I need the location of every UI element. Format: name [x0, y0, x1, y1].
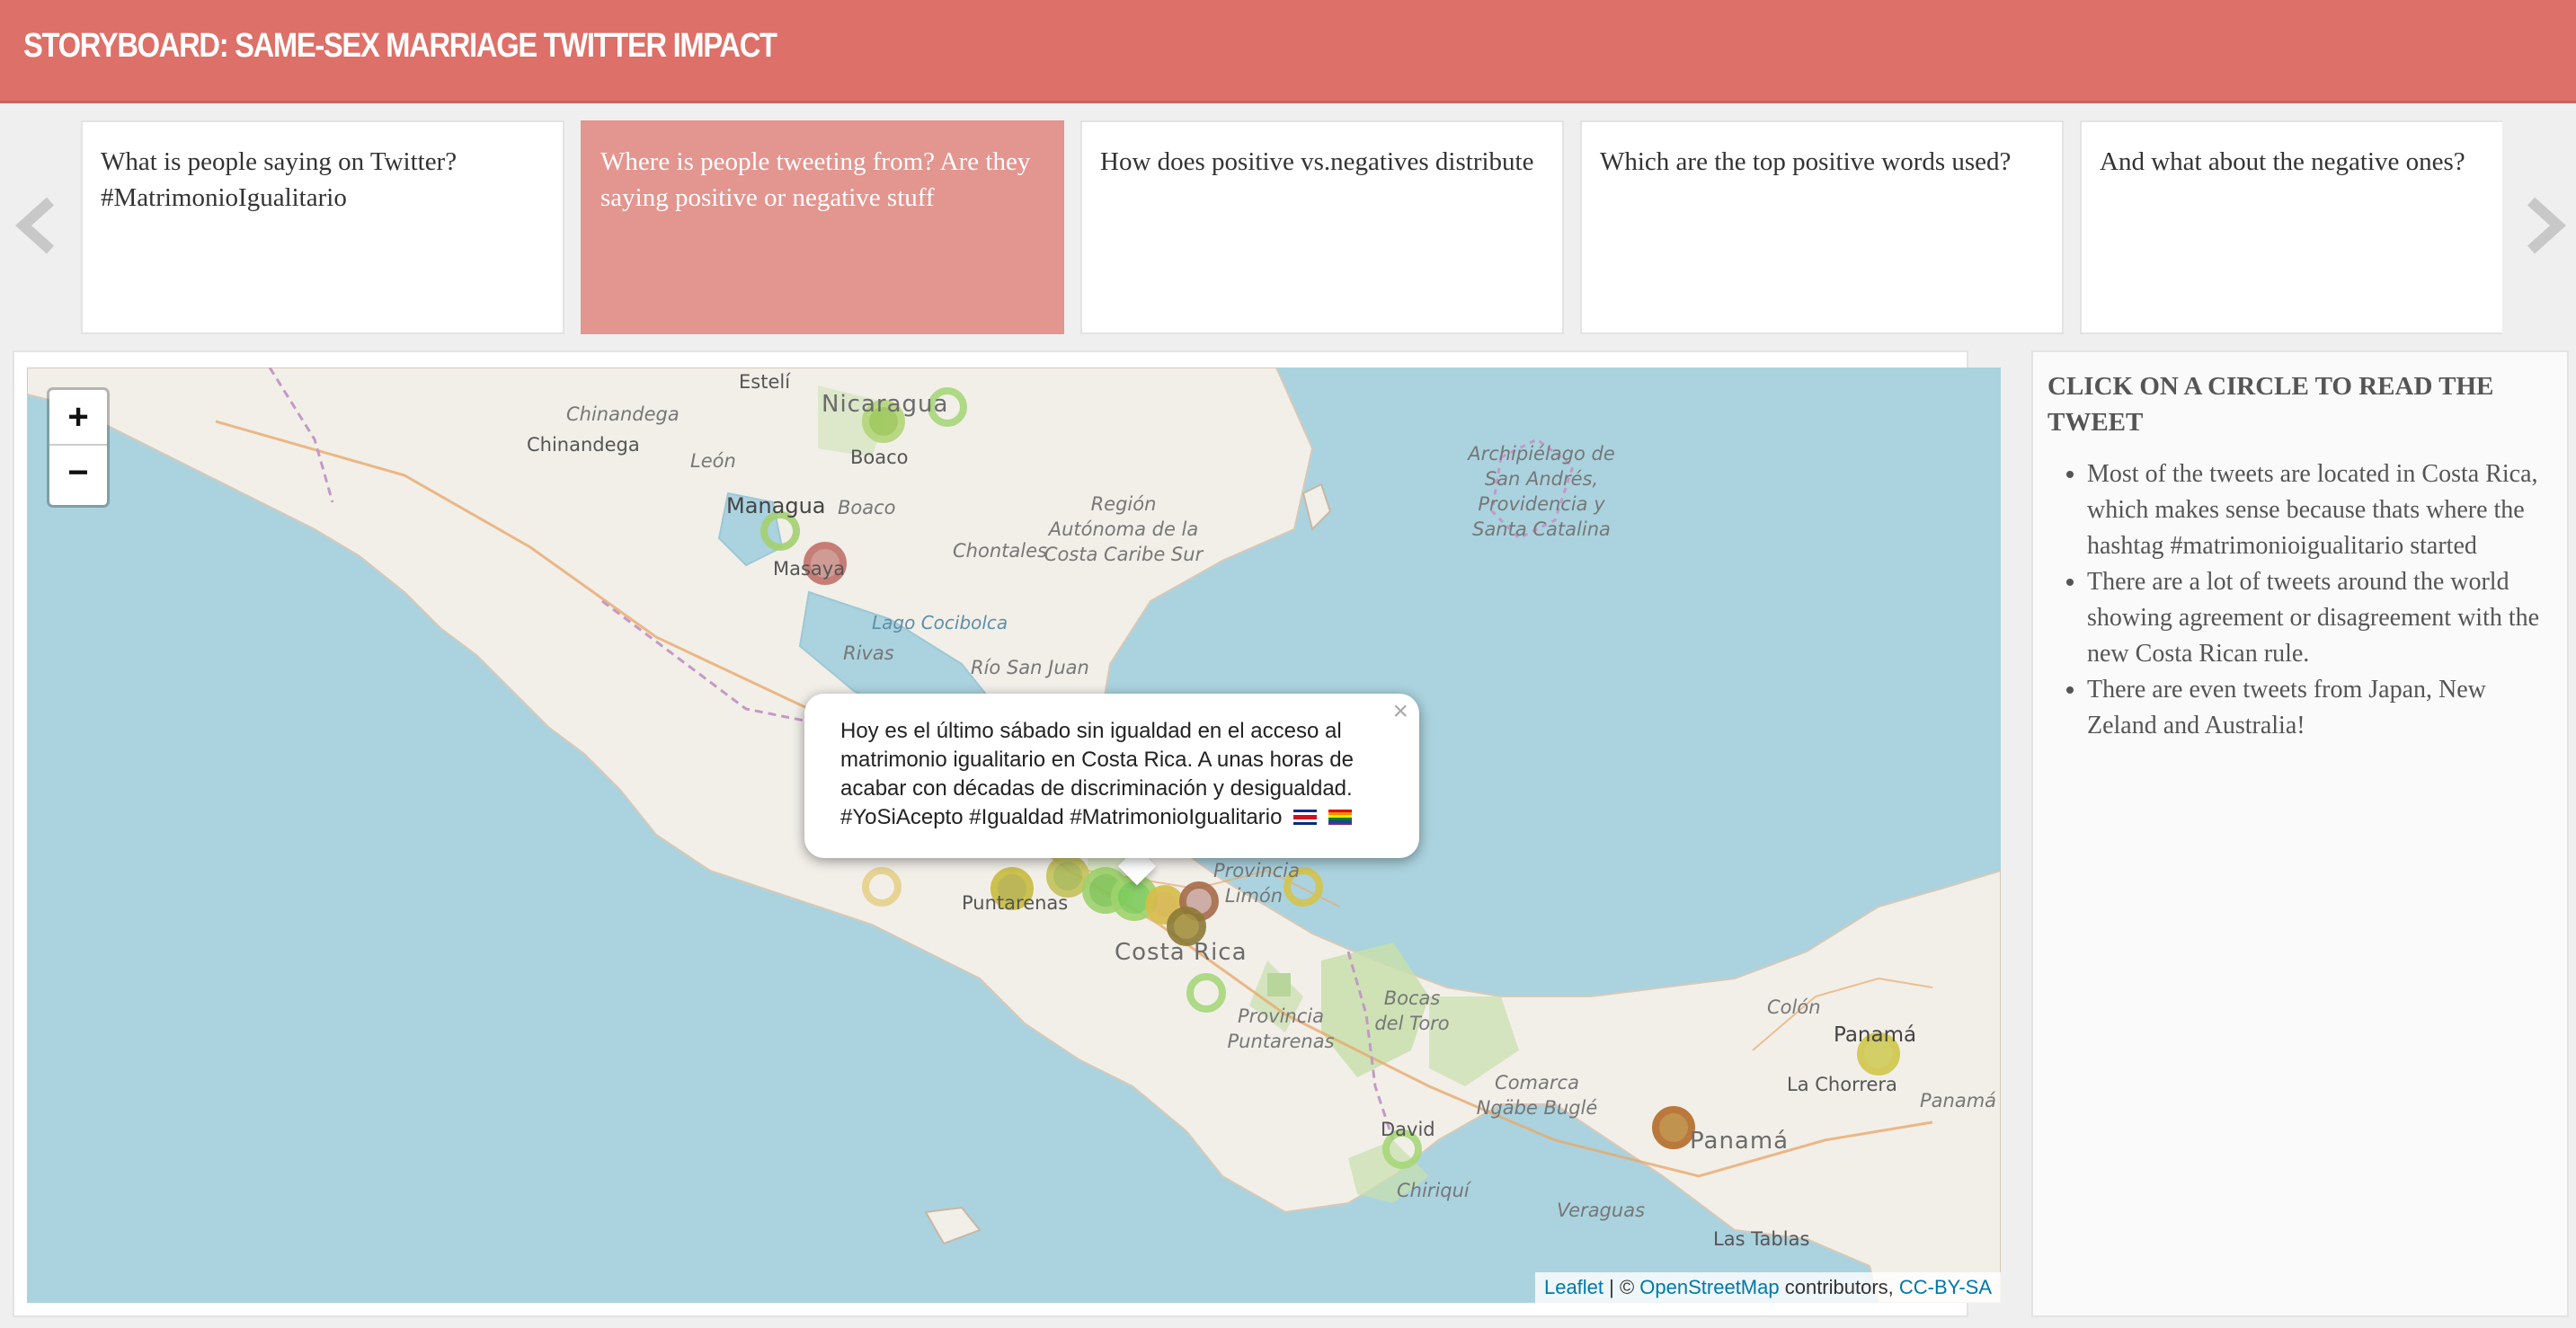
zoom-in-button[interactable]: + [49, 390, 107, 446]
map-label-panama-city: Panamá [1834, 1023, 1917, 1047]
osm-link[interactable]: OpenStreetMap [1639, 1276, 1779, 1298]
map-label-las-tablas: Las Tablas [1713, 1228, 1810, 1250]
story-card-3[interactable]: How does positive vs.negatives distribut… [1080, 120, 1564, 334]
tweet-marker [1046, 854, 1089, 898]
map-label-archipielago: Archipiélago de San Andrés, Providencia … [1468, 443, 1615, 540]
map-label-rio-san-juan: Río San Juan [971, 657, 1089, 678]
map-label-rivas: Rivas [843, 642, 894, 664]
map-label-boaco-dept: Boaco [838, 497, 896, 518]
map-label-chiriqui: Chiriquí [1397, 1180, 1470, 1201]
carousel-next-button[interactable] [2522, 196, 2571, 260]
tweet-marker [1652, 1106, 1695, 1149]
info-title: CLICK ON A CIRCLE TO READ THE TWEET [2047, 372, 2494, 437]
attribution-sep: | © [1603, 1276, 1640, 1298]
info-bullet: Most of the tweets are located in Costa … [2087, 456, 2553, 564]
map-label-panama-prov: Panamá [1920, 1090, 1997, 1111]
map-label-panama-country: Panamá [1690, 1128, 1790, 1155]
map-label-david: David [1381, 1119, 1435, 1140]
story-card-5[interactable]: And what about the negative ones? [2080, 120, 2502, 334]
tweet-popup: × Hoy es el último sábado sin igualdad e… [804, 694, 1419, 858]
map-label-lago: Lago Cocibolca [872, 612, 1008, 633]
map-label-managua: Managua [726, 493, 826, 518]
app-header: STORYBOARD: SAME-SEX MARRIAGE TWITTER IM… [0, 0, 2576, 103]
map-label-esteli: Estelí [739, 371, 791, 393]
map-label-veraguas: Veraguas [1557, 1200, 1646, 1221]
zoom-control: + − [47, 387, 110, 508]
map-label-masaya: Masaya [773, 558, 846, 580]
map-label-nicaragua: Nicaragua [822, 391, 949, 418]
map-label-chinandega: Chinandega [527, 434, 640, 456]
map-label-colon: Colón [1767, 996, 1821, 1018]
rainbow-flag-icon [1328, 810, 1352, 825]
map-label-raccs: Región Autónoma de la Costa Caribe Sur [1044, 493, 1204, 565]
story-card-2[interactable]: Where is people tweeting from? Are they … [581, 120, 1064, 334]
map-label-la-chorrera: La Chorrera [1787, 1074, 1897, 1095]
map-label-prov-puntarenas: Provincia Puntarenas [1227, 1005, 1335, 1052]
map-label-puntarenas: Puntarenas [962, 892, 1069, 914]
info-list: Most of the tweets are located in Costa … [2047, 456, 2553, 744]
story-card-1[interactable]: What is people saying on Twitter? #Matri… [81, 120, 564, 334]
map-attribution: Leaflet | © OpenStreetMap contributors, … [1534, 1272, 2001, 1303]
tweet-map[interactable]: Estelí Nicaragua Chinandega Chinandega B… [27, 367, 2001, 1303]
info-bullet: There are even tweets from Japan, New Ze… [2087, 672, 2553, 744]
map-label-comarca: Comarca Ngäbe Buglé [1476, 1072, 1598, 1119]
info-bullet: There are a lot of tweets around the wor… [2087, 564, 2553, 672]
zoom-out-button[interactable]: − [49, 446, 107, 500]
popup-text: Hoy es el último sábado sin igualdad en … [840, 719, 1354, 829]
info-panel: CLICK ON A CIRCLE TO READ THE TWEET Most… [2031, 350, 2569, 1317]
story-carousel: What is people saying on Twitter? #Matri… [81, 120, 2502, 336]
chevron-left-icon [15, 197, 55, 254]
attribution-contrib: contributors, [1779, 1276, 1899, 1298]
map-label-costa-rica: Costa Rica [1115, 939, 1248, 966]
popup-close-button[interactable]: × [1392, 697, 1408, 726]
costa-rica-flag-icon [1293, 810, 1318, 825]
map-label-leon: León [690, 450, 736, 472]
map-label-boaco-city: Boaco [850, 447, 909, 468]
license-link[interactable]: CC-BY-SA [1899, 1276, 1992, 1298]
map-label-chinandega-dept: Chinandega [566, 403, 680, 425]
map-label-chontales: Chontales [953, 540, 1047, 562]
map-label-limon: Provincia Limón [1213, 860, 1300, 907]
map-label-bocas: Bocas del Toro [1374, 987, 1450, 1034]
page-title: STORYBOARD: SAME-SEX MARRIAGE TWITTER IM… [23, 27, 777, 65]
story-card-4[interactable]: Which are the top positive words used? [1580, 120, 2064, 334]
chevron-right-icon [2527, 197, 2566, 254]
tweet-marker [1167, 907, 1206, 946]
leaflet-link[interactable]: Leaflet [1544, 1276, 1603, 1298]
carousel-prev-button[interactable] [11, 196, 59, 260]
